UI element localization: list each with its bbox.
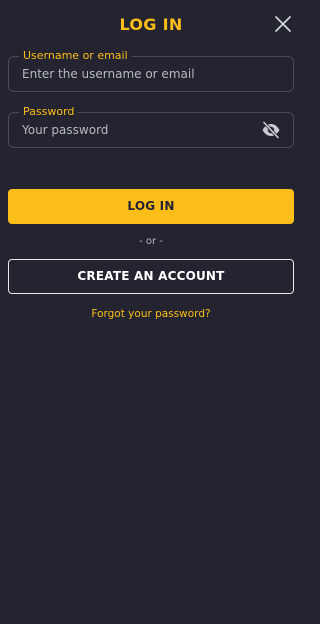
- login-screen: LOG IN Username or email Password LOG IN…: [0, 0, 302, 624]
- toggle-password-visibility-button[interactable]: [261, 121, 281, 139]
- password-field: Password: [8, 105, 294, 148]
- username-field: Username or email: [8, 49, 294, 92]
- or-separator: - or -: [139, 236, 163, 247]
- create-account-button[interactable]: CREATE AN ACCOUNT: [8, 259, 294, 294]
- close-button[interactable]: [274, 15, 292, 33]
- login-button[interactable]: LOG IN: [8, 189, 294, 224]
- page-title: LOG IN: [119, 15, 183, 34]
- close-icon: [275, 16, 291, 32]
- eye-off-icon: [262, 121, 280, 139]
- forgot-password-link[interactable]: Forgot your password?: [0, 307, 302, 321]
- password-input[interactable]: [22, 113, 255, 147]
- username-input[interactable]: [22, 57, 255, 91]
